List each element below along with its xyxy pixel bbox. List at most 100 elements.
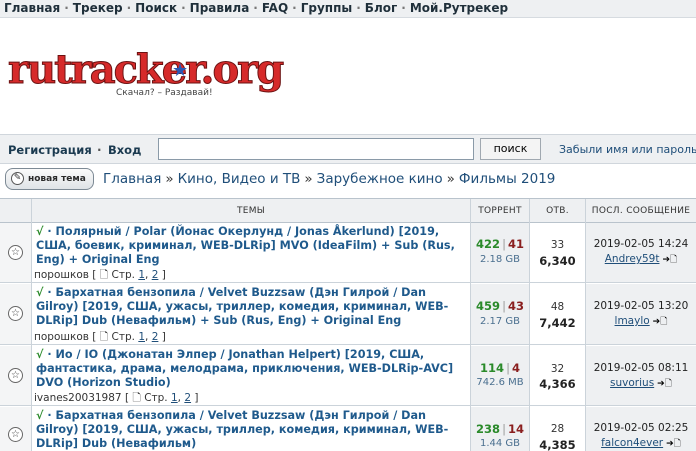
seeders-leechers: 238 | 14 [476, 422, 524, 436]
table-header: Темы Торрент Отв. Посл. сообщение [0, 199, 696, 223]
topic-meta: порошков [ 🗋 Стр. 1, 2 ] [34, 331, 166, 343]
login-link[interactable]: Вход [108, 143, 141, 157]
replies-count: 28 [550, 423, 565, 435]
goto-last-post-icon[interactable]: ➔🗋 [666, 436, 681, 451]
table-row: ☆ √ · Ио / IO (Джонатан Элпер / Jonathan… [0, 346, 696, 406]
last-post-user[interactable]: suvorius [610, 377, 654, 389]
replies-count: 33 [550, 239, 565, 251]
site-logo[interactable]: rutracker.org ★ Скачал? – Раздавай! [8, 49, 285, 100]
seeders-count: 422 [476, 237, 501, 251]
nav-blog[interactable]: Блог [365, 1, 397, 15]
nav-rules[interactable]: Правила [190, 1, 250, 15]
seeders-count: 114 [480, 361, 505, 375]
last-post-date: 2019-02-05 02:25 [593, 422, 689, 434]
torrent-size[interactable]: 1.44 GB [471, 438, 529, 449]
breadcrumb-item-films-2019[interactable]: Фильмы 2019 [459, 171, 555, 187]
last-post-date: 2019-02-05 14:24 [593, 238, 689, 250]
page-link[interactable]: 2 [152, 269, 159, 281]
seeders-count: 459 [476, 299, 501, 313]
top-navigation: Главная · Трекер · Поиск · Правила · FAQ · Группы ·… [0, 0, 696, 18]
nav-main[interactable]: Главная [4, 1, 60, 15]
new-topic-button[interactable]: ✎ новая тема [5, 168, 94, 190]
seeders-leechers: 114 | 4 [480, 361, 520, 375]
replies-count: 32 [550, 363, 565, 375]
last-post-user[interactable]: Andrey59t [605, 253, 660, 265]
goto-last-post-icon[interactable]: ➔🗋 [653, 314, 668, 330]
topic-title: Ио / IO (Джонатан Элпер / Jonathan Helpe… [36, 348, 454, 389]
topic-meta: ivanes20031987 [ 🗋 Стр. 1, 2 ] [34, 392, 199, 404]
torrent-size[interactable]: 2.18 GB [471, 254, 529, 265]
last-post-date: 2019-02-05 08:11 [593, 362, 689, 374]
header-replies[interactable]: Отв. [530, 206, 585, 216]
breadcrumb-item-foreign-movies[interactable]: Зарубежное кино [317, 171, 443, 187]
topic-author[interactable]: порошков [34, 269, 89, 281]
topic-title-link[interactable]: √ · Бархатная бензопила / Velvet Buzzsaw… [36, 409, 466, 451]
search-button[interactable]: поиск [480, 138, 541, 160]
topic-title: Бархатная бензопила / Velvet Buzzsaw (Дэ… [36, 286, 449, 327]
last-post-user[interactable]: falcon4ever [601, 437, 663, 449]
leechers-count: 4 [511, 361, 520, 375]
page-link[interactable]: 2 [152, 331, 159, 343]
goto-last-post-icon[interactable]: ➔🗋 [657, 376, 672, 392]
search-input[interactable] [158, 138, 474, 160]
page-link[interactable]: 1 [171, 392, 178, 404]
topic-status-icon[interactable]: ☆ [8, 368, 23, 383]
topic-status-icon[interactable]: ☆ [8, 427, 23, 442]
topic-meta: порошков [ 🗋 Стр. 1, 2 ] [34, 269, 166, 281]
login-separator: · [97, 143, 102, 157]
breadcrumb: Главная» Кино, Видео и ТВ» Зарубежное кино… [103, 171, 556, 187]
topic-title-link[interactable]: √ · Бархатная бензопила / Velvet Buzzsaw… [36, 286, 466, 328]
torrent-size[interactable]: 2.17 GB [471, 316, 529, 327]
goto-last-post-icon[interactable]: ➔🗋 [662, 252, 677, 268]
header-torrent[interactable]: Торрент [471, 206, 529, 216]
approved-check-icon: √ [36, 225, 44, 238]
topic-title-link[interactable]: √ · Полярный / Polar (Йонас Окерлунд / J… [36, 225, 466, 267]
page-link[interactable]: 1 [138, 269, 145, 281]
topics-table: Темы Торрент Отв. Посл. сообщение ☆ √ · … [0, 198, 696, 451]
nav-tracker[interactable]: Трекер [73, 1, 123, 15]
nav-faq[interactable]: FAQ [262, 1, 288, 15]
leechers-count: 14 [507, 422, 524, 436]
approved-check-icon: √ [36, 286, 44, 299]
breadcrumb-item-movies-video-tv[interactable]: Кино, Видео и ТВ [178, 171, 301, 187]
new-topic-icon: ✎ [11, 172, 24, 185]
views-count: 4,385 [539, 438, 576, 451]
topic-status-icon[interactable]: ☆ [8, 245, 23, 260]
register-link[interactable]: Регистрация [8, 143, 92, 157]
views-count: 6,340 [539, 254, 576, 268]
login-bar: Регистрация · Вход поиск Забыли имя или … [0, 134, 696, 164]
topic-author[interactable]: ivanes20031987 [34, 392, 122, 404]
table-row: ☆ √ · Бархатная бензопила / Velvet Buzzs… [0, 407, 696, 451]
logo-slogan: Скачал? – Раздавай! [116, 88, 213, 98]
header-last-post[interactable]: Посл. сообщение [586, 206, 696, 216]
topic-title: Полярный / Polar (Йонас Окерлунд / Jonas… [36, 225, 455, 266]
nav-my-rutracker[interactable]: Мой.Рутрекер [410, 1, 508, 15]
torrent-size[interactable]: 742.6 MB [471, 377, 529, 388]
last-post-user[interactable]: lmaylo [615, 315, 650, 327]
new-topic-label: новая тема [28, 174, 86, 184]
forgot-password-link[interactable]: Забыли имя или пароль? [559, 143, 696, 156]
approved-check-icon: √ [36, 409, 44, 422]
approved-check-icon: √ [36, 348, 44, 361]
topic-status-icon[interactable]: ☆ [8, 306, 23, 321]
breadcrumb-item-home[interactable]: Главная [103, 171, 161, 187]
views-count: 7,442 [539, 316, 576, 330]
pages-icon: 🗋 [132, 392, 141, 404]
last-post-date: 2019-02-05 13:20 [593, 300, 689, 312]
logo-star-icon: ★ [172, 60, 189, 81]
leechers-count: 43 [507, 299, 524, 313]
seeders-leechers: 459 | 43 [476, 299, 524, 313]
topic-title-link[interactable]: √ · Ио / IO (Джонатан Элпер / Jonathan H… [36, 348, 466, 390]
logo-domain: .org [200, 46, 285, 93]
topic-title: Бархатная бензопила / Velvet Buzzsaw (Дэ… [36, 409, 449, 450]
nav-groups[interactable]: Группы [301, 1, 353, 15]
table-row: ☆ √ · Полярный / Polar (Йонас Окерлунд /… [0, 223, 696, 283]
topic-author[interactable]: порошков [34, 331, 89, 343]
page-link[interactable]: 2 [184, 392, 191, 404]
replies-count: 48 [550, 301, 565, 313]
page-link[interactable]: 1 [138, 331, 145, 343]
header-topics[interactable]: Темы [32, 206, 470, 216]
nav-search[interactable]: Поиск [135, 1, 177, 15]
leechers-count: 41 [507, 237, 524, 251]
seeders-leechers: 422 | 41 [476, 237, 524, 251]
